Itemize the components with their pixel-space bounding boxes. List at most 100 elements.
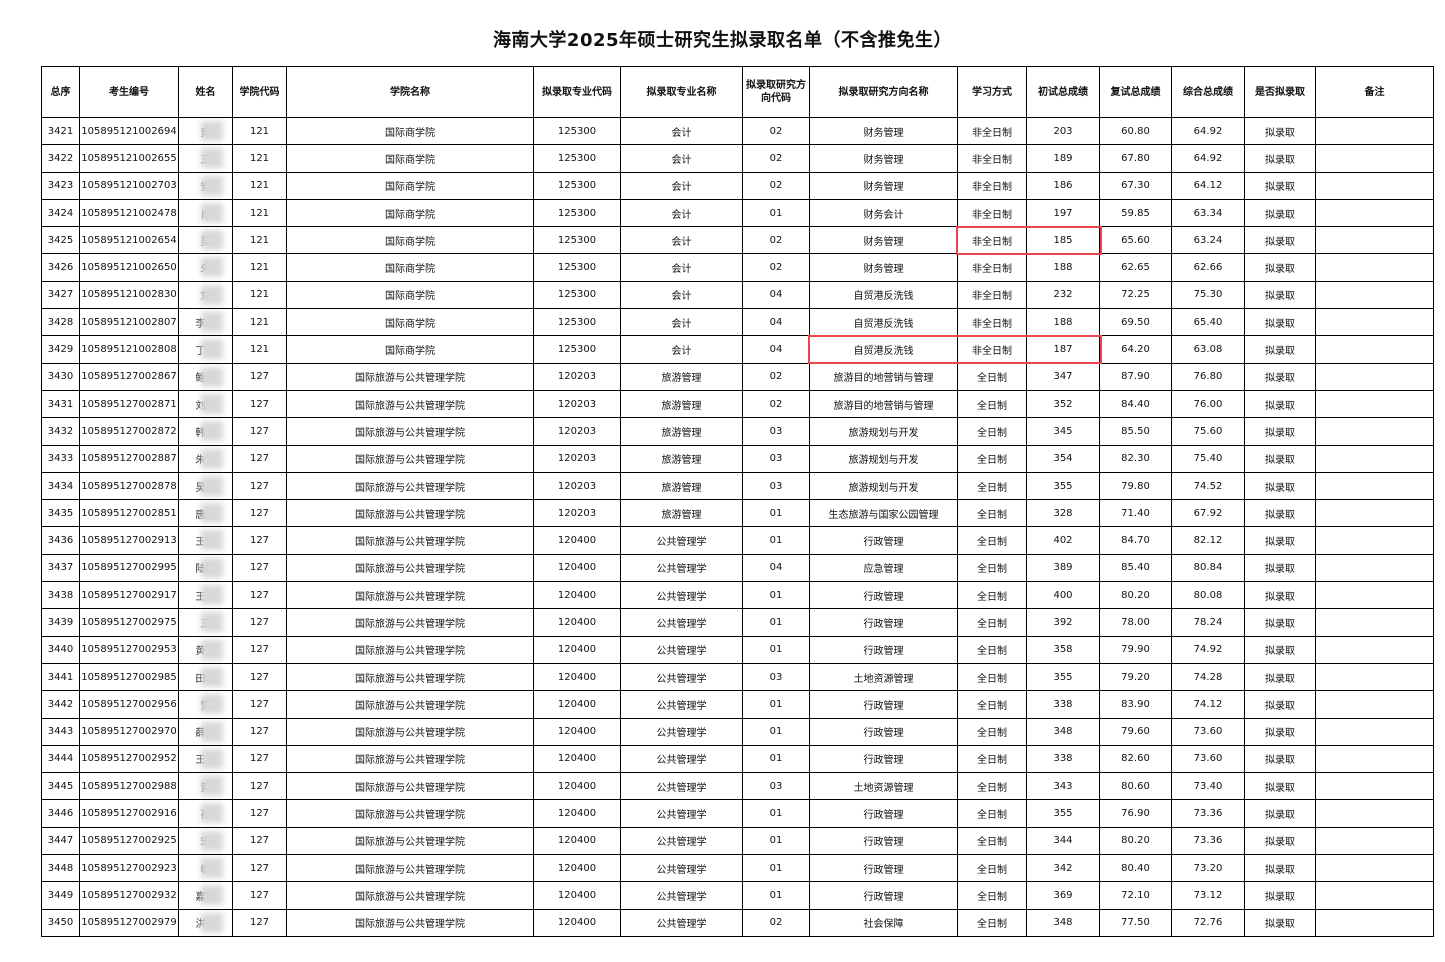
cell-college-code: 127 [232, 635, 287, 664]
cell-initial-score: 352 [1026, 389, 1100, 419]
cell-major-code: 125300 [533, 116, 621, 146]
cell-index: 3435 [41, 499, 80, 528]
cell-college-code: 127 [232, 444, 287, 473]
cell-direction-name: 行政管理 [809, 854, 958, 883]
cell-major-name: 公共管理学 [620, 881, 743, 910]
cell-admitted: 拟录取 [1244, 826, 1316, 856]
privacy-blur [201, 721, 223, 742]
cell-index: 3434 [41, 471, 80, 501]
table-row: 3422105895121002655王121国际商学院125300会计02财务… [41, 144, 1434, 173]
cell-initial-score: 355 [1026, 662, 1100, 692]
cell-index: 3446 [41, 799, 80, 828]
privacy-blur [201, 121, 223, 141]
privacy-blur [201, 175, 223, 196]
cell-study-mode: 非全日制 [957, 280, 1027, 310]
cell-retest-score: 67.30 [1099, 171, 1172, 200]
cell-study-mode: 全日制 [957, 526, 1027, 555]
cell-retest-score: 82.60 [1099, 744, 1172, 774]
cell-major-code: 125300 [533, 198, 621, 228]
cell-total-score: 73.40 [1171, 772, 1245, 801]
table-row: 3430105895127002867鲍厚127国际旅游与公共管理学院12020… [41, 362, 1434, 391]
cell-index: 3439 [41, 608, 80, 637]
cell-college-name: 国际商学院 [286, 308, 534, 337]
cell-direction-code: 02 [742, 389, 810, 419]
cell-college-code: 127 [232, 581, 287, 610]
cell-retest-score: 65.60 [1099, 226, 1172, 255]
cell-major-name: 公共管理学 [620, 908, 743, 937]
cell-remarks [1315, 690, 1434, 719]
cell-major-code: 120400 [533, 553, 621, 583]
cell-exam-number: 105895127002975 [79, 608, 179, 637]
col-header-exam-number: 考生编号 [79, 66, 179, 118]
cell-direction-name: 应急管理 [809, 553, 958, 583]
cell-name: 嘉莹 [178, 881, 233, 910]
table-row: 3427105895121002830刘121国际商学院125300会计04自贸… [41, 280, 1434, 310]
cell-remarks [1315, 362, 1434, 391]
cell-college-code: 127 [232, 881, 287, 910]
cell-index: 3424 [41, 198, 80, 228]
cell-name: 薛佳 [178, 717, 233, 746]
cell-direction-code: 01 [742, 198, 810, 228]
privacy-blur [201, 148, 223, 169]
cell-major-code: 120400 [533, 744, 621, 774]
cell-name: 田瑞 [178, 662, 233, 692]
cell-initial-score: 402 [1026, 526, 1100, 555]
cell-admitted: 拟录取 [1244, 526, 1316, 555]
cell-major-name: 会计 [620, 198, 743, 228]
cell-college-name: 国际旅游与公共管理学院 [286, 881, 534, 910]
cell-college-name: 国际旅游与公共管理学院 [286, 635, 534, 664]
cell-remarks [1315, 171, 1434, 200]
cell-name: 黄卫 [178, 635, 233, 664]
cell-direction-code: 02 [742, 908, 810, 937]
cell-retest-score: 71.40 [1099, 499, 1172, 528]
privacy-blur [201, 366, 223, 387]
cell-initial-score: 355 [1026, 471, 1100, 501]
cell-college-code: 127 [232, 744, 287, 774]
table-row: 3435105895127002851唐乾127国际旅游与公共管理学院12020… [41, 499, 1434, 528]
cell-remarks [1315, 144, 1434, 173]
col-header-initial-score: 初试总成绩 [1026, 66, 1100, 118]
cell-name: 黄 [178, 772, 233, 801]
cell-study-mode: 全日制 [957, 499, 1027, 528]
cell-admitted: 拟录取 [1244, 499, 1316, 528]
cell-major-code: 120203 [533, 471, 621, 501]
cell-total-score: 75.60 [1171, 417, 1245, 446]
cell-admitted: 拟录取 [1244, 881, 1316, 910]
privacy-blur [201, 230, 223, 251]
cell-direction-code: 02 [742, 362, 810, 391]
table-row: 3442105895127002956贺127国际旅游与公共管理学院120400… [41, 690, 1434, 719]
cell-study-mode: 全日制 [957, 608, 1027, 637]
cell-direction-code: 04 [742, 280, 810, 310]
privacy-blur [201, 448, 223, 469]
cell-direction-code: 01 [742, 608, 810, 637]
cell-index: 3426 [41, 253, 80, 282]
cell-remarks [1315, 662, 1434, 692]
cell-major-name: 公共管理学 [620, 526, 743, 555]
table-row: 3428105895121002807李东121国际商学院125300会计04自… [41, 308, 1434, 337]
cell-total-score: 75.30 [1171, 280, 1245, 310]
cell-direction-name: 土地资源管理 [809, 772, 958, 801]
cell-college-code: 127 [232, 526, 287, 555]
cell-college-name: 国际商学院 [286, 198, 534, 228]
cell-index: 3421 [41, 116, 80, 146]
table-row: 3450105895127002979洪悦127国际旅游与公共管理学院12040… [41, 908, 1434, 937]
cell-direction-name: 行政管理 [809, 581, 958, 610]
cell-remarks [1315, 389, 1434, 419]
cell-index: 3442 [41, 690, 80, 719]
cell-remarks [1315, 826, 1434, 856]
table-row: 3444105895127002952王彤127国际旅游与公共管理学院12040… [41, 744, 1434, 774]
cell-direction-code: 04 [742, 553, 810, 583]
cell-college-code: 121 [232, 308, 287, 337]
cell-name: 丁伟 [178, 335, 233, 364]
cell-exam-number: 105895127002851 [79, 499, 179, 528]
cell-exam-number: 105895127002932 [79, 881, 179, 910]
cell-direction-name: 财务管理 [809, 171, 958, 200]
cell-direction-name: 财务管理 [809, 116, 958, 146]
cell-college-name: 国际旅游与公共管理学院 [286, 526, 534, 555]
cell-index: 3445 [41, 772, 80, 801]
cell-direction-code: 01 [742, 581, 810, 610]
cell-name: 宋 [178, 826, 233, 856]
cell-total-score: 64.92 [1171, 116, 1245, 146]
cell-college-name: 国际商学院 [286, 144, 534, 173]
privacy-blur [201, 666, 223, 687]
